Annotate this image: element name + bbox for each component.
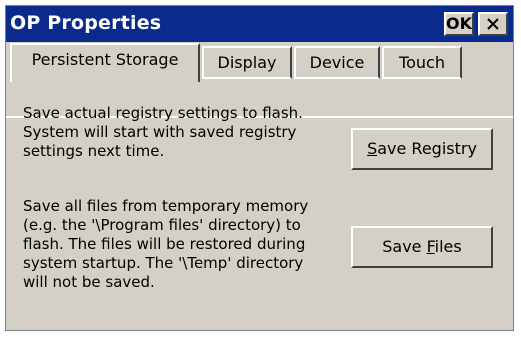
close-button[interactable]: [478, 12, 508, 36]
save-files-button[interactable]: Save Files: [351, 226, 493, 268]
save-registry-button[interactable]: Save Registry: [351, 128, 493, 170]
title-bar: OP Properties OK: [6, 6, 513, 42]
save-files-prefix: Save: [382, 237, 427, 256]
save-files-accelerator: F: [426, 237, 435, 256]
tab-persistent-storage[interactable]: Persistent Storage: [10, 43, 200, 82]
save-registry-accelerator: S: [367, 139, 378, 158]
save-files-suffix: iles: [434, 237, 462, 256]
tab-strip: Persistent Storage Display Device Touch: [6, 42, 513, 118]
tab-device[interactable]: Device: [294, 46, 380, 79]
close-icon: [487, 18, 499, 30]
save-registry-suffix: ave Registry: [377, 139, 477, 158]
tab-display[interactable]: Display: [202, 46, 292, 79]
files-description: Save all files from temporary memory (e.…: [23, 197, 309, 291]
ok-button[interactable]: OK: [444, 12, 474, 36]
op-properties-window: OP Properties OK Persistent Storage Disp…: [5, 5, 514, 331]
tab-touch[interactable]: Touch: [382, 46, 462, 79]
window-title: OP Properties: [10, 12, 162, 34]
registry-description: Save actual registry settings to flash. …: [23, 104, 303, 160]
